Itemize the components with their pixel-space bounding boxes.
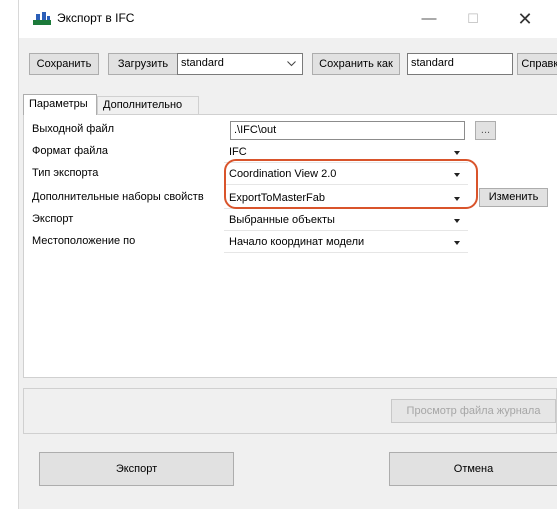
ifc-export-icon	[33, 12, 51, 25]
save-button[interactable]: Сохранить	[29, 53, 99, 75]
cancel-button[interactable]: Отмена	[389, 452, 557, 486]
window-title: Экспорт в IFC	[57, 11, 135, 25]
location-label: Местоположение по	[32, 235, 136, 247]
output-file-label: Выходной файл	[32, 123, 115, 135]
export-type-select[interactable]: Coordination View 2.0	[224, 165, 468, 185]
export-button[interactable]: Экспорт	[39, 452, 234, 486]
setup-toolbar: Сохранить Загрузить standard Сохранить к…	[29, 48, 557, 80]
file-format-label: Формат файла	[32, 145, 108, 157]
help-button[interactable]: Справка	[517, 53, 557, 75]
minimize-button[interactable]: —	[409, 6, 449, 32]
output-file-input[interactable]: .\IFC\out	[230, 121, 465, 140]
edit-property-sets-button[interactable]: Изменить	[479, 188, 548, 207]
chevron-down-icon	[454, 241, 460, 245]
location-value: Начало координат модели	[229, 236, 365, 248]
browse-button[interactable]: ...	[475, 121, 496, 140]
export-scope-label: Экспорт	[32, 213, 74, 225]
chevron-down-icon	[454, 173, 460, 177]
load-button[interactable]: Загрузить	[108, 53, 178, 75]
close-button[interactable]: ✕	[505, 6, 545, 32]
chevron-down-icon	[287, 61, 296, 67]
view-log-button[interactable]: Просмотр файла журнала	[391, 399, 556, 423]
export-type-value: Coordination View 2.0	[229, 168, 337, 180]
property-sets-value: ExportToMasterFab	[229, 192, 325, 204]
chevron-down-icon	[454, 151, 460, 155]
export-scope-value: Выбранные объекты	[229, 214, 335, 226]
tab-advanced[interactable]: Дополнительно	[97, 96, 199, 114]
file-format-value: IFC	[229, 146, 247, 158]
file-format-select[interactable]: IFC	[224, 143, 468, 163]
chevron-down-icon	[454, 197, 460, 201]
setup-select-value: standard	[181, 57, 224, 69]
save-as-button[interactable]: Сохранить как	[312, 53, 400, 75]
parameters-panel: Выходной файл .\IFC\out ... Формат файла…	[23, 114, 557, 378]
save-as-name-input[interactable]: standard	[407, 53, 513, 75]
location-select[interactable]: Начало координат модели	[224, 233, 468, 253]
maximize-button[interactable]: ☐	[453, 6, 493, 32]
tab-parameters[interactable]: Параметры	[23, 94, 97, 115]
export-ifc-window: Экспорт в IFC — ☐ ✕ Сохранить Загрузить …	[18, 0, 557, 509]
export-type-label: Тип экспорта	[32, 167, 99, 179]
setup-select[interactable]: standard	[177, 53, 303, 75]
chevron-down-icon	[454, 219, 460, 223]
log-area: Просмотр файла журнала	[23, 388, 557, 434]
title-bar: Экспорт в IFC — ☐ ✕	[19, 0, 557, 38]
export-scope-select[interactable]: Выбранные объекты	[224, 211, 468, 231]
property-sets-label: Дополнительные наборы свойств	[32, 191, 204, 203]
property-sets-select[interactable]: ExportToMasterFab	[224, 189, 468, 209]
